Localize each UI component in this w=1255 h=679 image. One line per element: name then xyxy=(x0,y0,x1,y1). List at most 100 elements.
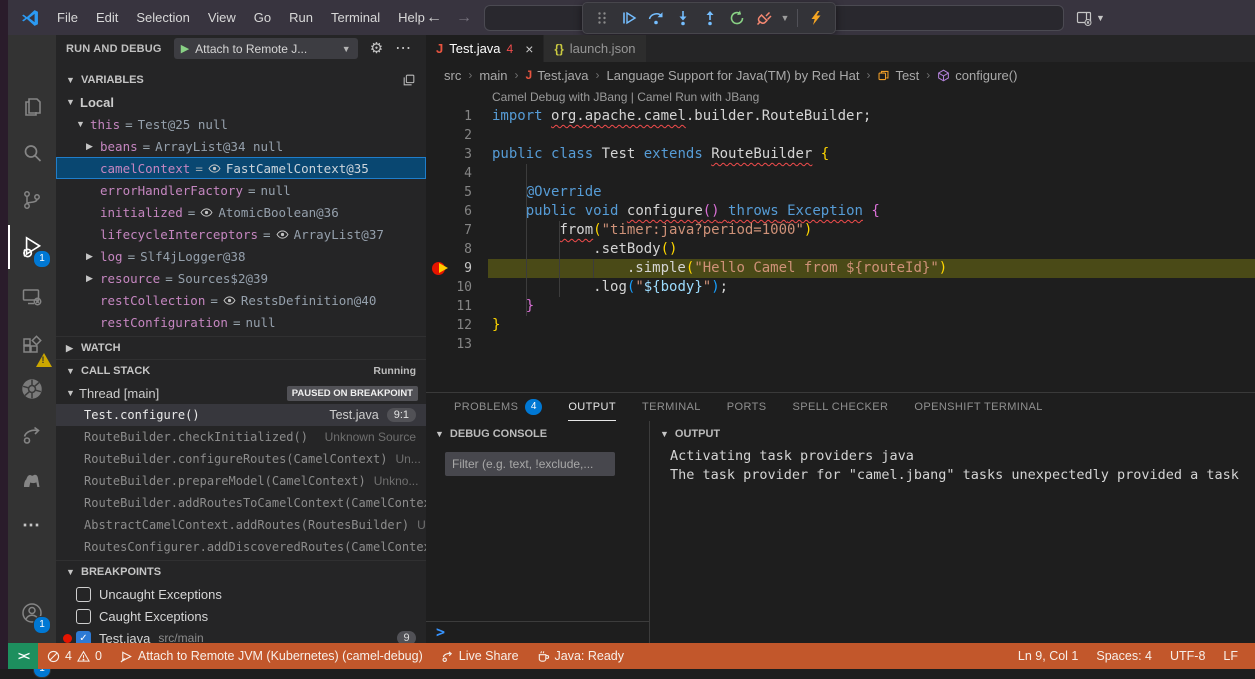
line-number[interactable]: 10 xyxy=(426,278,472,297)
menu-run[interactable]: Run xyxy=(280,0,322,35)
breakpoint-row[interactable]: ✓Test.javasrc/main9 xyxy=(56,627,426,643)
debug-console-input[interactable]: > xyxy=(426,621,649,643)
nav-forward-icon[interactable]: → xyxy=(456,0,472,35)
code-area[interactable]: 1import org.apache.camel.builder.RouteBu… xyxy=(426,107,1255,354)
activity-source-control[interactable] xyxy=(8,178,56,222)
code-line[interactable]: 2 xyxy=(426,126,1255,145)
breakpoint-checkbox[interactable]: ✓ xyxy=(76,631,91,644)
line-number[interactable]: 1 xyxy=(426,107,472,126)
code-line[interactable]: 6 public void configure() throws Excepti… xyxy=(426,202,1255,221)
code-line[interactable]: 12} xyxy=(426,316,1255,335)
toolbar-chevron-down-icon[interactable]: ▼ xyxy=(779,6,791,30)
stack-frame-row[interactable]: RoutesConfigurer.addDiscoveredRoutes(Cam… xyxy=(56,536,426,558)
tree-chevron-icon[interactable]: ▶ xyxy=(86,273,100,284)
debug-console-filter-input[interactable]: Filter (e.g. text, !exclude,... xyxy=(445,452,615,476)
variable-row[interactable]: ▶log=Slf4jLogger@38 xyxy=(56,245,426,267)
activity-run-debug[interactable]: 1 xyxy=(8,225,56,269)
line-number[interactable]: 11 xyxy=(426,297,472,316)
code-line[interactable]: 10 .log("${body}"); xyxy=(426,278,1255,297)
code-line[interactable]: 4 xyxy=(426,164,1255,183)
activity-live-share[interactable] xyxy=(8,413,56,457)
activity-camel[interactable] xyxy=(8,457,56,501)
panel-tab-ports[interactable]: PORTS xyxy=(727,393,767,421)
debug-target-status[interactable]: Attach to Remote JVM (Kubernetes) (camel… xyxy=(111,643,432,669)
restart-icon[interactable] xyxy=(725,6,749,30)
variable-row[interactable]: ▶resource=Sources$2@39 xyxy=(56,267,426,289)
tree-chevron-icon[interactable]: ▶ xyxy=(86,141,100,152)
line-number[interactable]: 12 xyxy=(426,316,472,335)
activity-remote-explorer[interactable] xyxy=(8,275,56,319)
breadcrumb-item[interactable]: src xyxy=(444,68,461,83)
variables-section-header[interactable]: ▼ VARIABLES xyxy=(56,69,426,91)
stack-frame-row[interactable]: RouteBuilder.configureRoutes(CamelContex… xyxy=(56,448,426,470)
stack-frame-row[interactable]: AbstractCamelContext.addRoutes(RoutesBui… xyxy=(56,514,426,536)
panel-tab-openshift-terminal[interactable]: OPENSHIFT TERMINAL xyxy=(914,393,1042,421)
line-number[interactable]: 5 xyxy=(426,183,472,202)
live-share-status[interactable]: Live Share xyxy=(432,643,528,669)
activity-explorer[interactable] xyxy=(8,85,56,129)
editor-tab-test-java[interactable]: JTest.java4× xyxy=(426,35,544,62)
views-more-icon[interactable]: ⋯ xyxy=(395,41,411,56)
codelens[interactable]: Camel Debug with JBang | Camel Run with … xyxy=(426,88,1255,107)
watch-section-header[interactable]: ▶ WATCH xyxy=(56,336,426,359)
menu-go[interactable]: Go xyxy=(245,0,280,35)
stack-frame-row[interactable]: Test.configure()Test.java9:1 xyxy=(56,404,426,426)
variable-row[interactable]: lifecycleInterceptors=ArrayList@37 xyxy=(56,223,426,245)
breadcrumb[interactable]: src›main›JTest.java›Language Support for… xyxy=(426,62,1255,88)
variable-row[interactable]: ▼this=Test@25 null xyxy=(56,113,426,135)
call-stack-section-header[interactable]: ▼ CALL STACK Running xyxy=(56,359,426,382)
breakpoint-row[interactable]: Caught Exceptions xyxy=(56,605,426,627)
line-number[interactable]: 9 xyxy=(426,259,472,278)
code-line[interactable]: 5 @Override xyxy=(426,183,1255,202)
line-number[interactable]: 6 xyxy=(426,202,472,221)
output-log[interactable]: Activating task providers javaThe task p… xyxy=(670,447,1255,485)
hot-code-replace-icon[interactable] xyxy=(804,6,828,30)
line-number[interactable]: 3 xyxy=(426,145,472,164)
breadcrumb-item[interactable]: Language Support for Java(TM) by Red Hat xyxy=(607,68,860,83)
stack-frame-row[interactable]: RouteBuilder.prepareModel(CamelContext)U… xyxy=(56,470,426,492)
breakpoint-checkbox[interactable] xyxy=(76,587,91,602)
variable-row[interactable]: camelContext=FastCamelContext@35 xyxy=(56,157,426,179)
code-line[interactable]: 11 } xyxy=(426,297,1255,316)
menu-selection[interactable]: Selection xyxy=(127,0,198,35)
problems-status[interactable]: 4 0 xyxy=(38,643,111,669)
remote-indicator[interactable]: >< xyxy=(8,643,38,669)
breadcrumb-item[interactable]: configure() xyxy=(937,68,1017,83)
drag-grip-icon[interactable] xyxy=(590,6,614,30)
breakpoints-section-header[interactable]: ▼ BREAKPOINTS xyxy=(56,560,426,583)
encoding-status[interactable]: UTF-8 xyxy=(1161,649,1214,663)
code-line[interactable]: 7 from("timer:java?period=1000") xyxy=(426,221,1255,240)
panel-tab-output[interactable]: OUTPUT xyxy=(568,393,616,421)
line-number[interactable]: 13 xyxy=(426,335,472,354)
activity-extensions[interactable] xyxy=(8,325,56,369)
breakpoint-row[interactable]: Uncaught Exceptions xyxy=(56,583,426,605)
breadcrumb-item[interactable]: Test xyxy=(877,68,919,83)
variable-row[interactable]: ▼Local xyxy=(56,91,426,113)
panel-tab-spell-checker[interactable]: SPELL CHECKER xyxy=(793,393,889,421)
menu-edit[interactable]: Edit xyxy=(87,0,127,35)
activity-kubernetes[interactable] xyxy=(8,367,56,411)
editor-tab-launch-json[interactable]: {}launch.json xyxy=(544,35,646,62)
breakpoint-checkbox[interactable] xyxy=(76,609,91,624)
variable-row[interactable]: errorHandlerFactory=null xyxy=(56,179,426,201)
variable-row[interactable]: restCollection=RestsDefinition@40 xyxy=(56,289,426,311)
nav-back-icon[interactable]: ← xyxy=(426,0,442,35)
output-header[interactable]: ▼ OUTPUT xyxy=(651,421,1255,446)
code-line[interactable]: 3public class Test extends RouteBuilder … xyxy=(426,145,1255,164)
stack-frame-row[interactable]: RouteBuilder.addRoutesToCamelContext(Cam… xyxy=(56,492,426,514)
open-view-icon[interactable] xyxy=(402,73,416,87)
breadcrumb-item[interactable]: main xyxy=(479,68,507,83)
menu-terminal[interactable]: Terminal xyxy=(322,0,389,35)
activity-accounts[interactable]: 1 xyxy=(8,591,56,635)
step-out-icon[interactable] xyxy=(698,6,722,30)
line-number[interactable]: 7 xyxy=(426,221,472,240)
breadcrumb-item[interactable]: JTest.java xyxy=(526,68,589,83)
thread-row[interactable]: ▼ Thread [main] PAUSED ON BREAKPOINT xyxy=(56,382,426,404)
customize-layout-button[interactable]: ▼ xyxy=(1076,0,1105,35)
activity-search[interactable] xyxy=(8,131,56,175)
line-number[interactable]: 2 xyxy=(426,126,472,145)
launch-config-dropdown[interactable]: ▶ Attach to Remote J... ▼ xyxy=(174,38,358,59)
eol-status[interactable]: LF xyxy=(1214,649,1247,663)
variable-row[interactable]: ▶beans=ArrayList@34 null xyxy=(56,135,426,157)
variable-row[interactable]: initialized=AtomicBoolean@36 xyxy=(56,201,426,223)
